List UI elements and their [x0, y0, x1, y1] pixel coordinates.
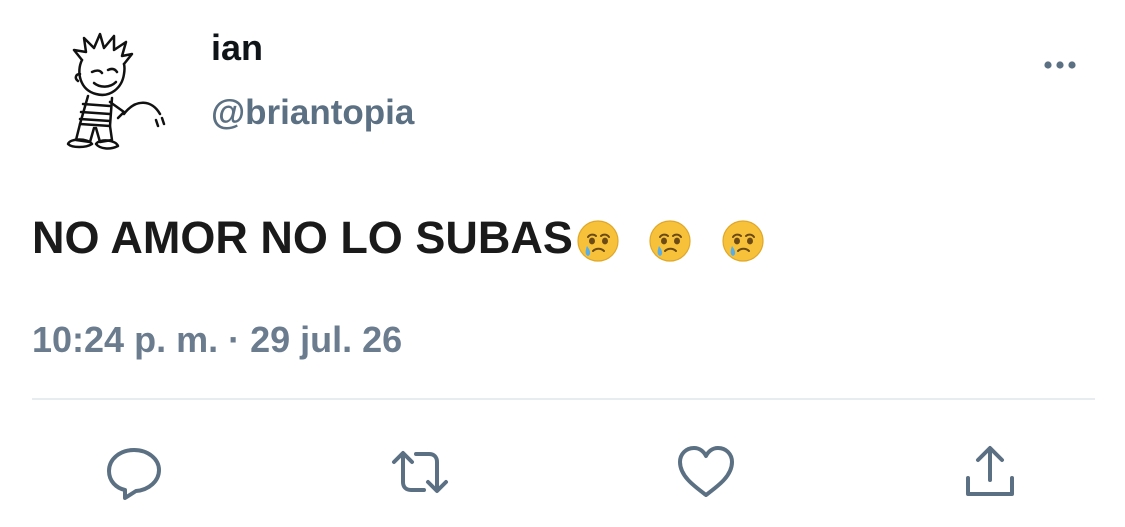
retweet-button[interactable] — [388, 440, 452, 504]
like-heart-icon — [678, 446, 734, 497]
face-holding-back-tears-icon — [577, 220, 619, 262]
retweet-icon — [392, 451, 448, 493]
like-button[interactable] — [674, 440, 738, 504]
divider — [32, 398, 1095, 400]
reply-icon — [107, 448, 161, 500]
tweet-text-content: NO AMOR NO LO SUBAS — [32, 212, 573, 263]
share-icon — [966, 446, 1014, 496]
more-dots-icon[interactable] — [1036, 52, 1084, 78]
tweet-timestamp[interactable]: 10:24 p. m. · 29 jul. 26 — [32, 318, 402, 362]
face-holding-back-tears-icon — [722, 220, 764, 262]
cartoon-boy-avatar-icon — [66, 32, 166, 150]
tweet-text: NO AMOR NO LO SUBAS — [32, 210, 766, 269]
display-name[interactable]: ian — [211, 27, 263, 69]
avatar[interactable] — [52, 28, 172, 152]
user-handle[interactable]: @briantopia — [211, 92, 414, 134]
share-button[interactable] — [958, 440, 1022, 504]
face-holding-back-tears-icon — [649, 220, 691, 262]
emoji-group — [573, 213, 766, 269]
reply-button[interactable] — [102, 440, 166, 504]
